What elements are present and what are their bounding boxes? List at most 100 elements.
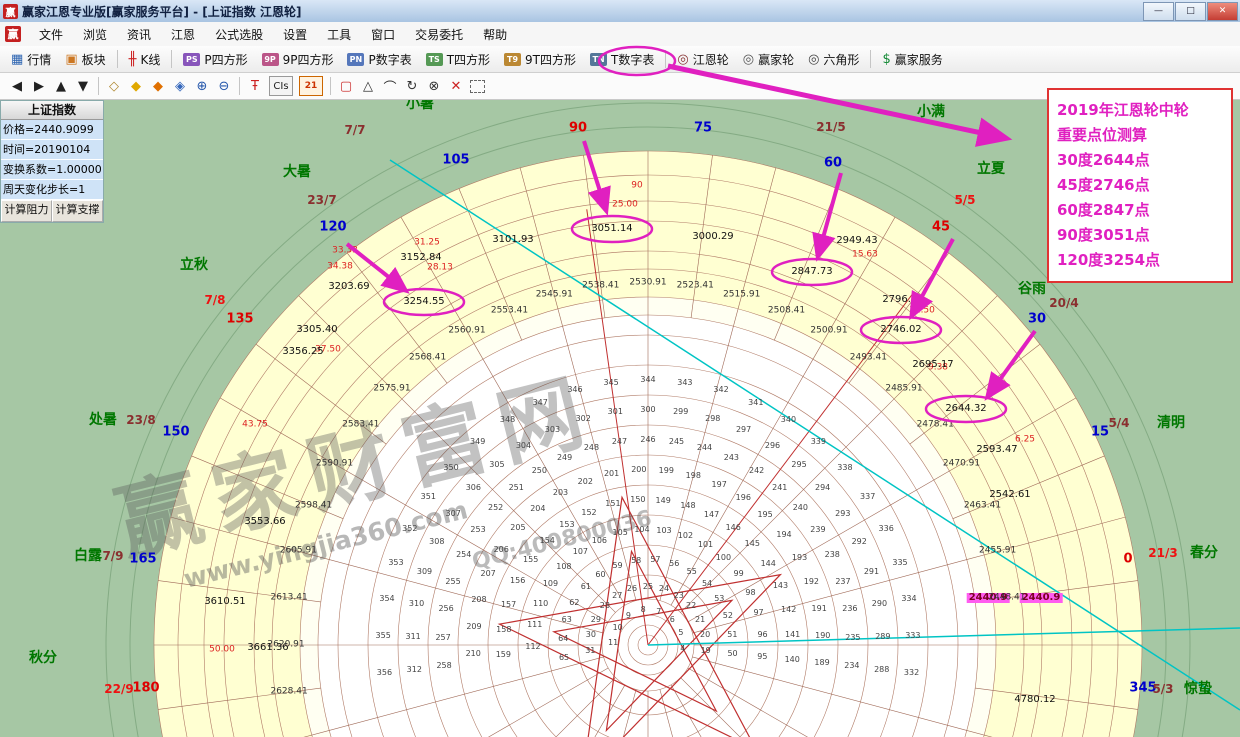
wheel-label: 302	[576, 415, 591, 423]
marquee-tool-button[interactable]	[470, 80, 485, 93]
menu-item-1[interactable]: 浏览	[73, 23, 117, 46]
wheel-label: 21/5	[816, 121, 845, 133]
wheel-label: 3356.25	[282, 347, 323, 357]
menu-item-9[interactable]: 帮助	[473, 23, 517, 46]
circle-cross-tool-button[interactable]: ⊗	[426, 77, 442, 95]
wheel-label: 53	[714, 595, 724, 603]
wheel-label: 312	[407, 666, 422, 674]
forward-button[interactable]: ▶	[31, 77, 47, 95]
wheel-label: 31	[585, 647, 595, 655]
wheel-label: 250	[532, 467, 547, 475]
toolbar-p-number-table-button[interactable]: PNP数字表	[340, 48, 418, 71]
zoom-out-button[interactable]: ⊖	[216, 77, 232, 95]
wheel-label: 5	[678, 629, 683, 637]
toolbar-sectors-button[interactable]: ▣板块	[58, 48, 112, 71]
wheel-label: 4	[680, 645, 685, 653]
toolbar-kline-button[interactable]: ╫K线	[122, 48, 168, 71]
wheel-label: 333	[905, 632, 920, 640]
toolbar-9t-square-button[interactable]: T99T四方形	[497, 48, 583, 71]
toolbar-hexagon-label: 六角形	[823, 51, 859, 68]
panel-button-1[interactable]: 计算支撑	[52, 200, 103, 222]
wheel-label: 196	[736, 494, 751, 502]
menu-item-7[interactable]: 窗口	[361, 23, 405, 46]
diamond-outline-button[interactable]: ◇	[106, 77, 122, 95]
menu-item-6[interactable]: 工具	[317, 23, 361, 46]
wheel-label: 10	[613, 624, 623, 632]
wheel-label: 157	[501, 601, 516, 609]
wheel-label: 257	[435, 634, 450, 642]
diamond-blue-button[interactable]: ◈	[172, 77, 188, 95]
close-button[interactable]: ✕	[1207, 2, 1238, 21]
diamond-yellow-button[interactable]: ◆	[128, 77, 144, 95]
wheel-label: 156	[510, 577, 525, 585]
wheel-label: 334	[901, 595, 916, 603]
wheel-label: 100	[716, 554, 731, 562]
wheel-label: 34.38	[327, 263, 353, 272]
menu-item-8[interactable]: 交易委托	[405, 23, 473, 46]
wheel-label: 22/9	[104, 683, 133, 695]
toolbar-winner-service-button[interactable]: $赢家服务	[875, 48, 949, 71]
wheel-label: 0	[1123, 553, 1132, 566]
triangle-tool-button[interactable]: △	[360, 77, 376, 95]
toolbar-t-number-table-button[interactable]: TNT数字表	[583, 48, 661, 71]
wheel-label: 142	[781, 606, 796, 614]
toolbar-p-number-table-label: P数字表	[368, 51, 411, 68]
toolbar-gann-wheel-button[interactable]: ◎江恩轮	[670, 48, 735, 71]
wheel-label: 243	[724, 454, 739, 462]
toolbar-winner-wheel-button[interactable]: ◎赢家轮	[736, 48, 801, 71]
annotation-line-0: 2019年江恩轮中轮	[1057, 98, 1223, 123]
wheel-label: 秋分	[29, 651, 57, 665]
toolbar-p-square-button[interactable]: PSP四方形	[176, 48, 254, 71]
toolbar-9p-square-button[interactable]: 9P9P四方形	[255, 48, 341, 71]
zoom-in-button[interactable]: ⊕	[194, 77, 210, 95]
wheel-label: 28.13	[427, 264, 453, 273]
back-button[interactable]: ◀	[9, 77, 25, 95]
rect-tool-button[interactable]: ▢	[338, 77, 354, 95]
toolbar-t-square-button[interactable]: TST四方形	[419, 48, 497, 71]
wheel-label: 347	[533, 399, 548, 407]
wheel-label: 23/8	[126, 414, 155, 426]
diamond-orange-button[interactable]: ◆	[150, 77, 166, 95]
wheel-label: 31.25	[414, 239, 440, 248]
menu-item-5[interactable]: 设置	[273, 23, 317, 46]
menu-item-0[interactable]: 文件	[29, 23, 73, 46]
wheel-label: 107	[573, 548, 588, 556]
annotation-box: 2019年江恩轮中轮重要点位测算30度2644点45度2746点60度2847点…	[1047, 88, 1233, 283]
wheel-label: 2605.91	[280, 547, 317, 556]
annotation-line-6: 120度3254点	[1057, 248, 1223, 273]
calendar-button[interactable]: 21	[299, 76, 323, 96]
pointer-up-button[interactable]: ▲	[53, 77, 69, 95]
wheel-label: 350	[443, 464, 458, 472]
filter-button[interactable]: ▼	[75, 77, 91, 95]
wheel-label: 239	[810, 526, 825, 534]
wheel-label: 353	[388, 559, 403, 567]
wheel-label: 4780.12	[1014, 695, 1055, 705]
panel-button-0[interactable]: 计算阻力	[1, 200, 52, 222]
wheel-label: 立夏	[977, 162, 1005, 176]
wheel-label: 336	[879, 525, 894, 533]
cls-button[interactable]: CIs	[269, 76, 293, 96]
minimize-button[interactable]: —	[1143, 2, 1174, 21]
wheel-label: 45	[932, 221, 950, 234]
toolbar-hexagon-button[interactable]: ◎六角形	[801, 48, 866, 71]
arc-tool-button[interactable]: ⌒	[382, 77, 398, 95]
wheel-label: 335	[892, 559, 907, 567]
wheel-label: 256	[438, 605, 453, 613]
delete-tool-button[interactable]: ✕	[448, 77, 464, 95]
wheel-label: 207	[480, 570, 495, 578]
wheel-label: 349	[470, 438, 485, 446]
menu-item-3[interactable]: 江恩	[161, 23, 205, 46]
wheel-label: 7	[656, 608, 661, 616]
panel-row-0: 价格=2440.9099	[1, 120, 103, 140]
wheel-label: 2515.91	[723, 291, 760, 300]
p-square-icon: PS	[183, 53, 200, 66]
menu-item-2[interactable]: 资讯	[117, 23, 161, 46]
toolbar-quotes-button[interactable]: ▦行情	[4, 48, 58, 71]
gann-wheel-icon: ◎	[677, 53, 688, 66]
maximize-button[interactable]: □	[1175, 2, 1206, 21]
menu-item-4[interactable]: 公式选股	[205, 23, 273, 46]
annotation-line-4: 60度2847点	[1057, 198, 1223, 223]
t-square-tool-button[interactable]: Ŧ	[247, 77, 263, 95]
winner-wheel-icon: ◎	[743, 53, 754, 66]
rotate-tool-button[interactable]: ↻	[404, 77, 420, 95]
